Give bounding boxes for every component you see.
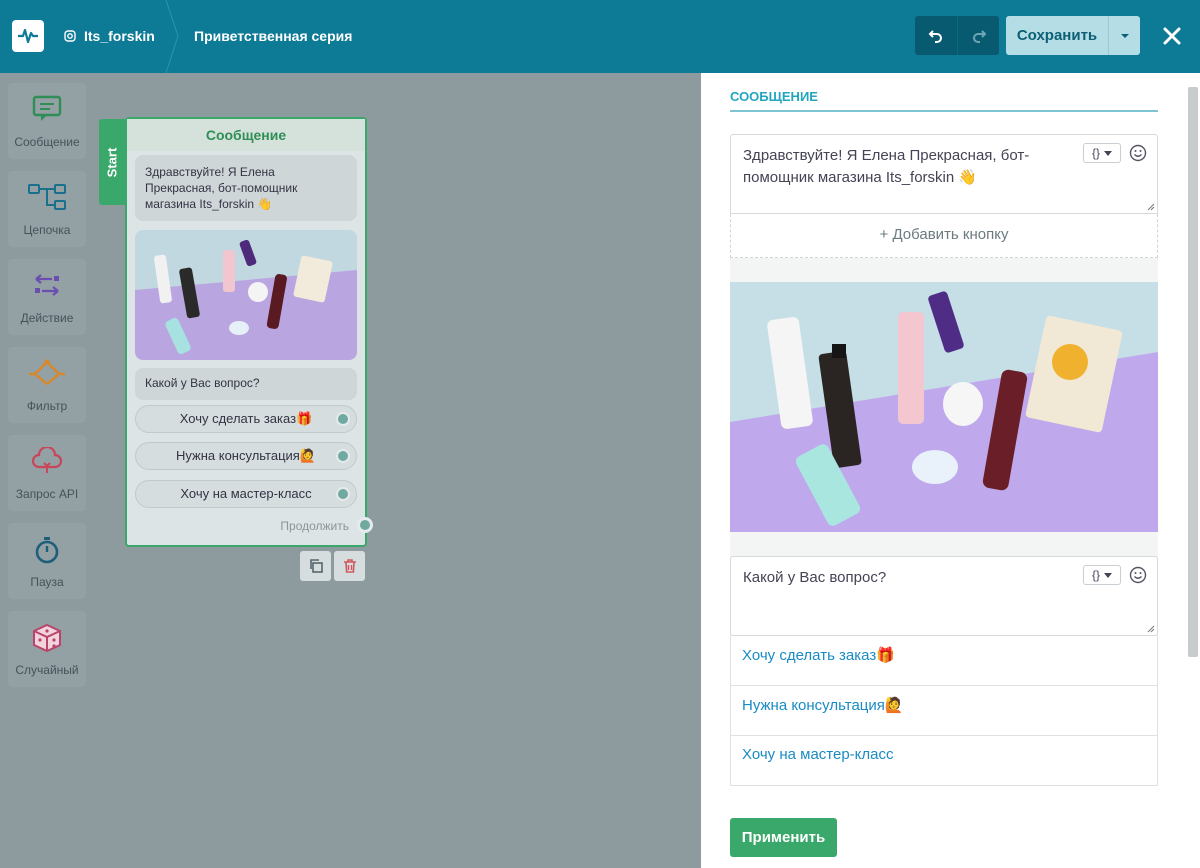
message-image[interactable] (730, 282, 1158, 532)
tool-api-request[interactable]: Запрос API (8, 435, 86, 511)
caret-down-icon (1104, 572, 1112, 578)
trash-icon (343, 559, 356, 573)
tool-label: Фильтр (26, 399, 68, 413)
panel-section-title: СООБЩЕНИЕ (730, 89, 818, 104)
node-button-label: Хочу сделать заказ🎁 (179, 411, 313, 426)
question-text-input[interactable]: Какой у Вас вопрос? {} (730, 556, 1158, 636)
quick-reply-consult[interactable]: Нужна консультация🙋 (730, 686, 1158, 736)
node-button-consult[interactable]: Нужна консультация🙋 (135, 442, 357, 470)
start-text: Start (104, 147, 120, 177)
node-product-image (135, 230, 357, 360)
tool-label: Цепочка (23, 223, 71, 237)
apply-button[interactable]: Применить (730, 818, 837, 857)
tool-label: Действие (20, 311, 74, 325)
account-name: Its_forskin (84, 28, 155, 44)
resize-handle-icon[interactable] (1147, 625, 1155, 633)
tool-label: Пауза (30, 575, 64, 589)
delete-node-button[interactable] (334, 551, 365, 581)
redo-icon (972, 29, 986, 43)
tool-filter[interactable]: Фильтр (8, 347, 86, 423)
history-buttons (915, 16, 999, 55)
section-divider (730, 110, 1158, 112)
breadcrumb-separator (165, 0, 179, 73)
insert-variable-button[interactable]: {} (1083, 565, 1121, 585)
emoji-icon[interactable] (1129, 566, 1147, 584)
insert-variable-button[interactable]: {} (1083, 143, 1121, 163)
textarea-tools: {} (1083, 565, 1147, 585)
node-message-bubble: Здравствуйте! Я Елена Прекрасная, бот-по… (135, 155, 357, 221)
message-text-value: Здравствуйте! Я Елена Прекрасная, бот-по… (743, 147, 1030, 186)
variable-braces-icon: {} (1091, 568, 1100, 582)
tool-label: Случайный (15, 663, 79, 677)
filter-icon (29, 359, 65, 385)
tool-action[interactable]: Действие (8, 259, 86, 335)
node-continue-label: Продолжить (280, 519, 349, 533)
connector-dot[interactable] (336, 412, 350, 426)
block-toolbar: Сообщение Цепочка Действие Фильтр Запрос… (0, 73, 96, 868)
tool-chain[interactable]: Цепочка (8, 171, 86, 247)
connector-dot[interactable] (336, 487, 350, 501)
continue-connector-dot[interactable] (357, 517, 373, 533)
redo-button[interactable] (957, 16, 999, 55)
node-button-label: Хочу на мастер-класс (180, 486, 312, 501)
instagram-icon (64, 30, 76, 42)
panel-scrollbar[interactable] (1188, 87, 1198, 657)
undo-button[interactable] (915, 16, 957, 55)
api-cloud-icon (31, 447, 63, 473)
textarea-tools: {} (1083, 143, 1147, 163)
app-logo-icon[interactable] (12, 20, 44, 52)
close-icon (1163, 27, 1181, 45)
node-title: Сообщение (127, 119, 365, 151)
emoji-icon[interactable] (1129, 144, 1147, 162)
close-button[interactable] (1158, 22, 1186, 50)
breadcrumb-account[interactable]: Its_forskin (64, 26, 155, 46)
caret-down-icon (1104, 150, 1112, 156)
tool-label: Запрос API (15, 487, 79, 501)
save-button[interactable]: Сохранить (1006, 16, 1108, 55)
copy-icon (309, 559, 323, 573)
node-button-label: Нужна консультация🙋 (175, 448, 317, 463)
quick-reply-masterclass[interactable]: Хочу на мастер-класс (730, 736, 1158, 786)
chain-icon (28, 184, 66, 210)
quick-reply-order[interactable]: Хочу сделать заказ🎁 (730, 636, 1158, 686)
message-editor-panel: СООБЩЕНИЕ Здравствуйте! Я Елена Прекрасн… (701, 73, 1200, 868)
message-icon (32, 95, 62, 121)
stopwatch-icon (35, 537, 59, 564)
save-group: Сохранить (1006, 16, 1140, 55)
connector-dot[interactable] (336, 449, 350, 463)
node-button-masterclass[interactable]: Хочу на мастер-класс (135, 480, 357, 508)
undo-icon (928, 29, 942, 43)
start-label: Start (99, 119, 125, 205)
tool-random[interactable]: Случайный (8, 611, 86, 687)
duplicate-node-button[interactable] (300, 551, 331, 581)
tool-message[interactable]: Сообщение (8, 83, 86, 159)
message-text-input[interactable]: Здравствуйте! Я Елена Прекрасная, бот-по… (730, 134, 1158, 214)
message-node[interactable]: Сообщение Здравствуйте! Я Елена Прекрасн… (125, 117, 367, 547)
caret-down-icon (1120, 33, 1129, 38)
action-icon (35, 274, 59, 296)
save-options-button[interactable] (1108, 16, 1140, 55)
node-button-order[interactable]: Хочу сделать заказ🎁 (135, 405, 357, 433)
question-text-value: Какой у Вас вопрос? (743, 569, 887, 586)
breadcrumb-flow-name: Приветственная серия (194, 28, 353, 44)
resize-handle-icon[interactable] (1147, 203, 1155, 211)
dice-icon (33, 623, 61, 653)
tool-pause[interactable]: Пауза (8, 523, 86, 599)
top-bar: Its_forskin Приветственная серия Сохрани… (0, 0, 1200, 73)
variable-braces-icon: {} (1091, 146, 1100, 160)
node-question-bubble: Какой у Вас вопрос? (135, 368, 357, 400)
tool-label: Сообщение (14, 135, 80, 149)
add-button-button[interactable]: + Добавить кнопку (730, 214, 1158, 258)
